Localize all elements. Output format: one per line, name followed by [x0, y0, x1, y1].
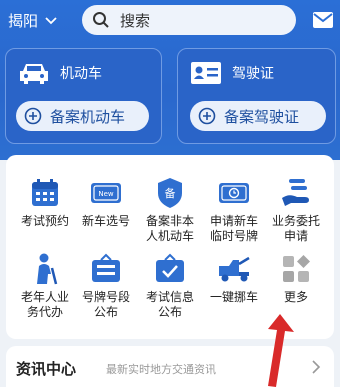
service-label-line2: 申请 [283, 229, 308, 243]
service-exam-info-publish[interactable]: 考试信息 公布 [138, 252, 202, 320]
annotation-arrow-icon [268, 314, 294, 387]
search-icon [93, 12, 109, 28]
vehicle-card-title: 机动车 [60, 66, 102, 82]
service-temp-plate[interactable]: 申请新车 临时号牌 [202, 176, 266, 244]
temp-plate-icon [219, 183, 249, 203]
license-card-title: 驾驶证 [232, 66, 274, 82]
register-vehicle-label: 备案机动车 [50, 107, 126, 126]
service-business-entrust[interactable]: 业务委托 申请 [264, 176, 328, 244]
calendar-icon [32, 179, 58, 206]
service-label-line2: 临时号牌 [209, 229, 258, 243]
service-new-car-plate[interactable]: New 新车选号 [74, 176, 138, 229]
service-label: 号牌号段 [81, 290, 130, 304]
car-icon [20, 64, 48, 84]
plus-circle-icon [24, 107, 42, 125]
service-label: 业务委托 [271, 214, 320, 228]
register-license-label: 备案驾驶证 [224, 107, 300, 126]
svg-text:备: 备 [165, 186, 176, 200]
new-plate-icon: New [91, 183, 121, 203]
news-center-title: 资讯中心 [16, 360, 77, 378]
service-register-nonlocal-vehicle[interactable]: 备 备案非本 人机动车 [138, 176, 202, 244]
service-more[interactable]: 更多 [264, 252, 328, 305]
search-bar[interactable]: 搜索 [82, 5, 296, 35]
service-one-click-move-car[interactable]: 一键挪车 [202, 252, 266, 305]
service-label-line2: 人机动车 [145, 229, 194, 243]
news-center-subtitle: 最新实时地方交通资讯 [106, 363, 216, 376]
tow-truck-icon [219, 256, 250, 282]
shield-icon: 备 [158, 178, 182, 208]
service-label: 新车选号 [81, 214, 130, 228]
city-selector[interactable]: 揭阳 [8, 10, 58, 31]
register-license-button[interactable]: 备案驾驶证 [190, 101, 326, 131]
chevron-right-icon [312, 360, 321, 374]
service-label-line2: 公布 [93, 305, 118, 319]
service-label: 申请新车 [209, 214, 258, 228]
elderly-icon [37, 253, 58, 285]
chevron-down-icon [45, 16, 57, 24]
license-card[interactable]: 驾驶证 备案驾驶证 [177, 48, 336, 144]
service-elderly-agency[interactable]: 老年人业 务代办 [13, 252, 77, 320]
service-exam-booking[interactable]: 考试预约 [13, 176, 77, 229]
plus-circle-icon [198, 107, 216, 125]
more-grid-icon [283, 255, 310, 282]
service-label: 备案非本 [145, 214, 194, 228]
service-label-line2: 务代办 [26, 305, 63, 319]
register-vehicle-button[interactable]: 备案机动车 [16, 101, 149, 131]
city-name: 揭阳 [8, 12, 39, 30]
exam-info-icon [156, 253, 184, 282]
plate-board-icon [92, 253, 120, 282]
id-card-icon [191, 62, 221, 84]
service-label: 考试预约 [20, 214, 69, 228]
svg-text:New: New [98, 190, 114, 198]
service-label-line2: 公布 [157, 305, 182, 319]
search-placeholder: 搜索 [120, 11, 151, 30]
hand-document-icon [282, 179, 309, 206]
service-plate-range-publish[interactable]: 号牌号段 公布 [74, 252, 138, 320]
mail-icon[interactable] [313, 12, 333, 28]
header-banner: 揭阳 搜索 机动车 备案机动车 驾驶证 备案驾驶证 [0, 0, 340, 160]
service-label: 更多 [283, 290, 308, 304]
service-label: 一键挪车 [209, 290, 258, 304]
service-label: 老年人业 [20, 290, 69, 304]
service-label: 考试信息 [145, 290, 194, 304]
vehicle-card[interactable]: 机动车 备案机动车 [5, 48, 162, 144]
